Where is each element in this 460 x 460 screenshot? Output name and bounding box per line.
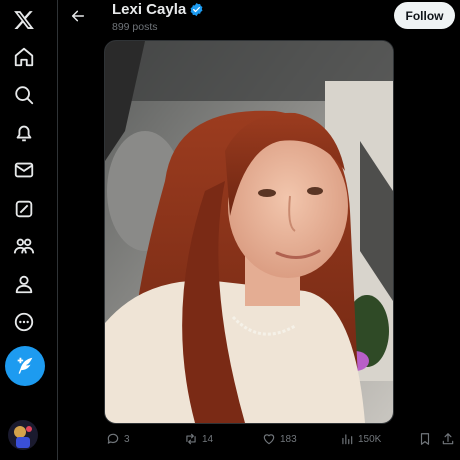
verified-badge-icon [190,2,203,17]
like-button[interactable]: 183 [262,430,297,448]
sidebar-item-communities[interactable] [4,226,44,266]
back-button[interactable] [64,2,92,30]
bookmark-button[interactable] [418,430,432,448]
reply-count: 3 [124,433,130,445]
repost-count: 14 [202,433,214,445]
grok-icon [15,200,33,218]
sidebar-item-more[interactable] [4,302,44,342]
sidebar-nav [0,0,48,460]
sidebar-item-grok[interactable] [4,189,44,229]
compose-post-button[interactable] [5,346,45,386]
bookmark-icon [420,433,430,445]
sidebar-item-profile[interactable] [4,264,44,304]
account-avatar[interactable] [8,420,38,450]
profile-name: Lexi Cayla [112,1,187,18]
sidebar-item-home[interactable] [4,37,44,77]
x-logo-icon[interactable] [4,0,44,40]
mail-icon [14,162,34,178]
bell-icon [16,125,32,142]
views-button[interactable]: 150K [340,430,381,448]
heart-icon [263,434,275,445]
sidebar-item-notifications[interactable] [4,113,44,153]
reply-button[interactable]: 3 [106,430,130,448]
like-count: 183 [280,433,297,445]
analytics-icon [342,434,353,445]
sidebar-item-messages[interactable] [4,150,44,190]
arrow-left-icon [71,10,85,22]
sidebar-item-explore[interactable] [4,75,44,115]
sidebar-divider [57,0,58,460]
reply-icon [107,433,119,444]
home-icon [14,47,34,67]
follow-button[interactable]: Follow [394,2,455,29]
more-icon [14,312,34,332]
communities-icon [13,238,35,254]
profile-icon [15,275,33,294]
posts-count: 899 posts [112,21,158,33]
post-media-image[interactable] [104,40,394,424]
share-icon [442,433,454,445]
search-icon [15,86,34,105]
views-count: 150K [358,433,382,445]
repost-button[interactable]: 14 [184,430,213,448]
profile-name-row: Lexi Cayla [112,1,204,18]
share-button[interactable] [441,430,455,448]
compose-icon [17,357,33,374]
repost-icon [186,433,196,445]
